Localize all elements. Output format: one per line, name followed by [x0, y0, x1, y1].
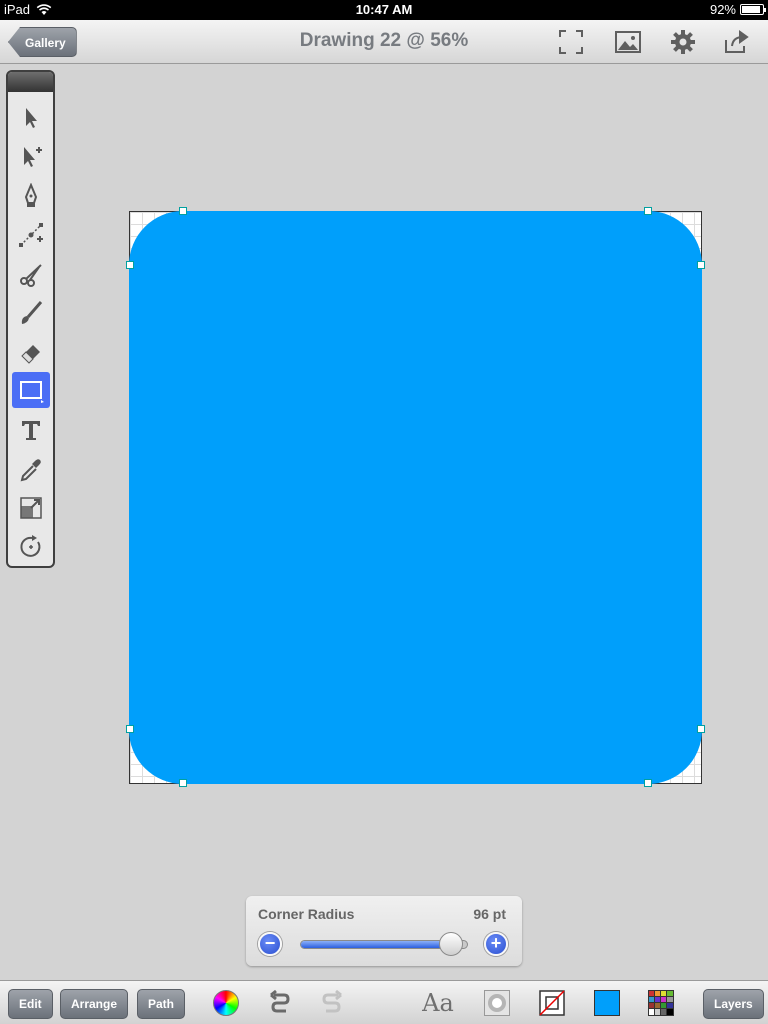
add-anchor-arrow-icon[interactable] — [12, 139, 50, 175]
undo-icon[interactable] — [266, 989, 294, 1017]
selection-handle[interactable] — [697, 261, 705, 269]
eraser-icon[interactable] — [12, 334, 50, 370]
battery-group: 92% — [709, 2, 766, 17]
swatches-grid-icon[interactable] — [647, 989, 675, 1017]
corner-radius-panel: Corner Radius 96 pt − + — [246, 896, 522, 966]
battery-icon — [740, 4, 766, 15]
palette-grip[interactable] — [8, 72, 53, 92]
selection-handle[interactable] — [179, 779, 187, 787]
fullscreen-icon[interactable] — [557, 28, 585, 56]
tool-palette — [6, 70, 55, 568]
scale-icon[interactable] — [12, 490, 50, 526]
status-bar: iPad 10:47 AM 92% — [0, 0, 768, 20]
brush-icon[interactable] — [12, 295, 50, 331]
select-arrow-icon[interactable] — [12, 100, 50, 136]
font-icon[interactable]: Aa — [420, 989, 456, 1017]
rotate-icon[interactable] — [12, 529, 50, 565]
selection-handle[interactable] — [644, 779, 652, 787]
layers-button[interactable]: Layers — [703, 989, 764, 1019]
image-icon[interactable] — [614, 28, 642, 56]
corner-radius-label: Corner Radius — [258, 906, 355, 922]
redo-icon[interactable] — [318, 989, 346, 1017]
slider-thumb[interactable] — [439, 932, 464, 956]
pen-icon[interactable] — [12, 178, 50, 214]
selection-handle[interactable] — [126, 725, 134, 733]
selection-handle[interactable] — [697, 725, 705, 733]
gear-icon[interactable] — [669, 28, 697, 56]
color-wheel-icon[interactable] — [212, 989, 240, 1017]
stroke-icon[interactable] — [538, 989, 566, 1017]
fill-color-swatch[interactable] — [593, 989, 621, 1017]
scissors-icon[interactable] — [12, 256, 50, 292]
node-edit-icon[interactable] — [12, 217, 50, 253]
decrease-radius-button[interactable]: − — [258, 932, 282, 956]
share-icon[interactable] — [723, 28, 751, 56]
shadow-icon[interactable] — [483, 989, 511, 1017]
text-icon[interactable] — [12, 412, 50, 448]
arrange-button[interactable]: Arrange — [60, 989, 129, 1019]
selection-handle[interactable] — [179, 207, 187, 215]
clock: 10:47 AM — [355, 2, 413, 17]
rectangle-icon[interactable] — [12, 372, 50, 408]
selection-handle[interactable] — [644, 207, 652, 215]
edit-button[interactable]: Edit — [8, 989, 53, 1019]
increase-radius-button[interactable]: + — [484, 932, 508, 956]
navigation-bar: Gallery Drawing 22 @ 56% — [0, 20, 768, 64]
selection-handle[interactable] — [126, 261, 134, 269]
eyedropper-icon[interactable] — [12, 451, 50, 487]
battery-percent: 92% — [709, 2, 736, 17]
rounded-rectangle-shape[interactable] — [129, 211, 702, 784]
corner-radius-value: 96 pt — [473, 906, 506, 922]
path-button[interactable]: Path — [137, 989, 186, 1019]
bottom-toolbar: Edit Arrange Path Aa Layers — [0, 980, 768, 1024]
document-title: Drawing 22 @ 56% — [299, 30, 469, 51]
